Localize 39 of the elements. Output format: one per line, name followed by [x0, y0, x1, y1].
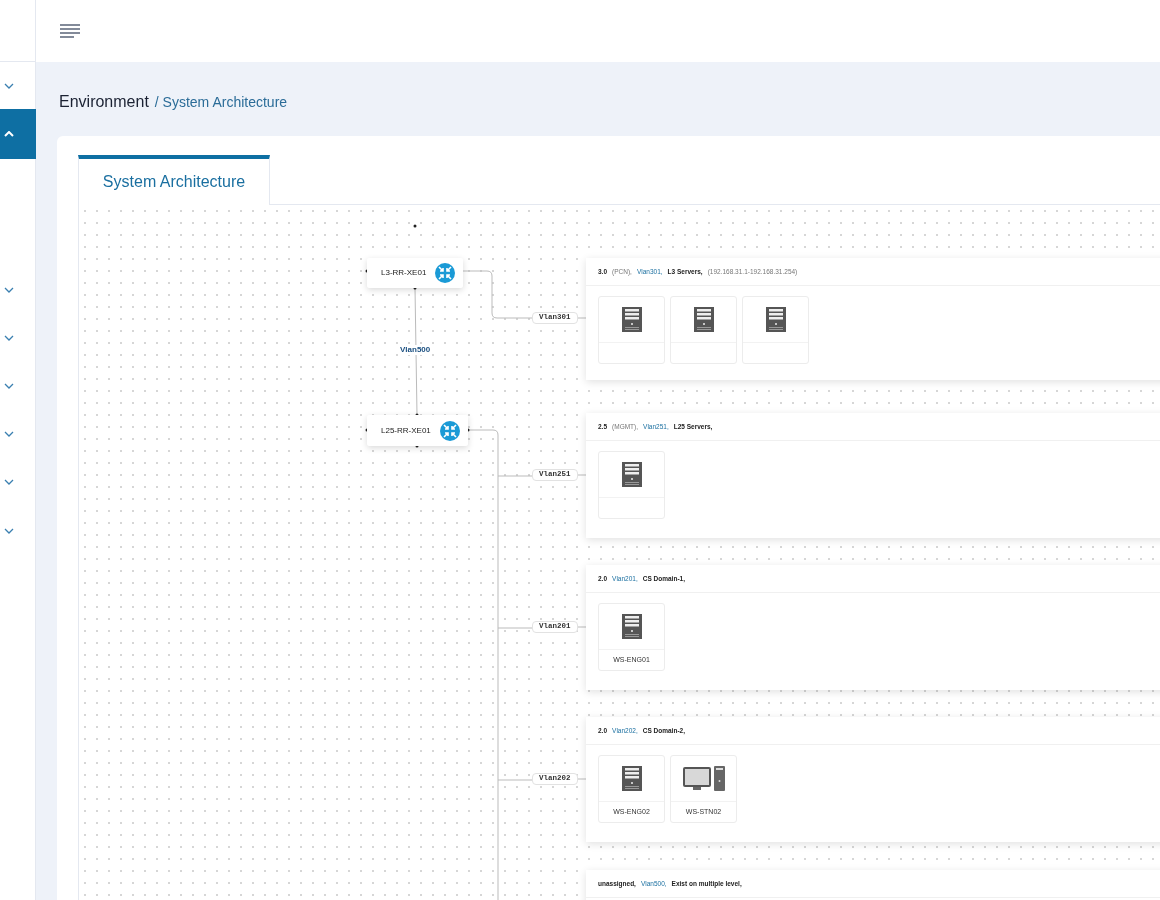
device-tile[interactable]: [742, 296, 809, 364]
chevron-down-icon: [4, 528, 14, 534]
server-icon: [621, 462, 642, 488]
connector-line: [462, 270, 533, 319]
tab[interactable]: System Architecture: [78, 155, 270, 205]
device-tile[interactable]: [598, 451, 665, 519]
chevron-up-icon: [4, 131, 14, 137]
router-name: L3-RR-XE01: [381, 267, 427, 279]
breadcrumb-current: / System Architecture: [154, 93, 288, 112]
chevron-down-icon: [4, 83, 14, 89]
router-icon: [435, 263, 455, 283]
chevron-down-icon: [4, 383, 14, 389]
link-label: Vlan500: [400, 345, 431, 355]
router-node[interactable]: L3-RR-XE01: [367, 258, 463, 288]
device-tile[interactable]: [598, 296, 665, 364]
port-dot: [413, 224, 417, 228]
port-dot: [365, 428, 369, 432]
breadcrumb-root[interactable]: Environment: [59, 90, 149, 114]
port-dot: [466, 428, 470, 432]
chevron-down-icon: [4, 335, 14, 341]
server-icon: [621, 614, 642, 640]
router-name: L25-RR-XE01: [381, 424, 431, 437]
port-dot: [365, 269, 369, 273]
server-icon: [765, 307, 786, 333]
server-icon: [621, 307, 642, 333]
device-tile[interactable]: [670, 296, 737, 364]
chevron-down-icon: [4, 479, 14, 485]
port-dot: [415, 413, 419, 417]
port-dot: [415, 444, 419, 448]
chevron-down-icon: [4, 287, 14, 293]
desktop-computer-icon: [682, 765, 725, 792]
chevron-down-icon: [4, 431, 14, 437]
port-dot: [413, 286, 417, 290]
sidebar-item[interactable]: [0, 109, 36, 159]
menu-icon[interactable]: [60, 24, 80, 38]
server-icon: [693, 307, 714, 333]
router-icon: [440, 420, 460, 441]
server-icon: [621, 766, 642, 792]
router-node[interactable]: L25-RR-XE01: [367, 415, 468, 446]
